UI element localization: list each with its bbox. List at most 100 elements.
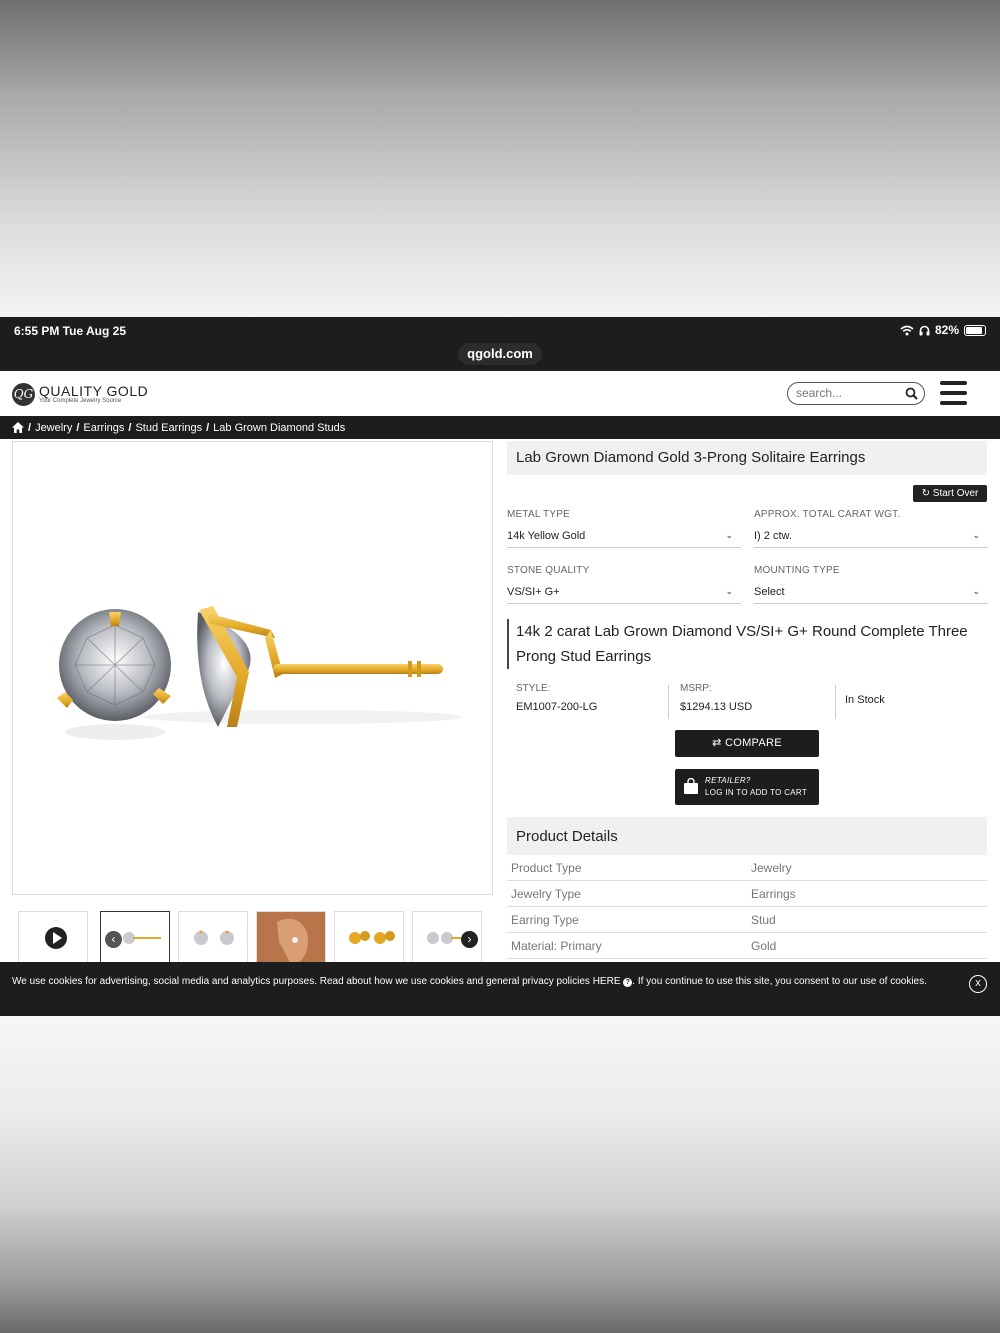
- detail-value: Jewelry: [751, 861, 792, 875]
- start-over-label: Start Over: [932, 488, 979, 499]
- cookie-text-start: We use cookies for advertising, social m…: [12, 976, 593, 987]
- table-row: Earring Type Stud: [507, 907, 987, 933]
- table-row: Jewelry Type Earrings: [507, 881, 987, 907]
- battery-icon: [964, 324, 986, 336]
- mounting-type-field: MOUNTING TYPE Select ⌄: [754, 565, 988, 604]
- thumbnail-next-icon[interactable]: ›: [461, 931, 478, 948]
- wifi-icon: [900, 325, 914, 335]
- cookie-banner: We use cookies for advertising, social m…: [0, 962, 1000, 1016]
- login-to-cart-label: LOG IN TO ADD TO CART: [705, 788, 808, 797]
- hamburger-menu-icon[interactable]: [940, 381, 967, 406]
- logo[interactable]: QG QUALITY GOLD Your Complete Jewelry So…: [12, 383, 148, 406]
- stone-quality-select[interactable]: VS/SI+ G+ ⌄: [507, 586, 741, 604]
- cookie-text-end: . If you continue to use this site, you …: [632, 976, 927, 987]
- cookie-here-label: HERE: [592, 976, 621, 987]
- stock-status: In Stock: [845, 694, 885, 706]
- metal-type-field: METAL TYPE 14k Yellow Gold ⌄: [507, 509, 741, 548]
- breadcrumb-separator: /: [128, 421, 132, 434]
- detail-key: Jewelry Type: [511, 887, 581, 901]
- status-right: 82%: [900, 323, 986, 337]
- breadcrumb-item-current: Lab Grown Diamond Studs: [213, 421, 346, 434]
- question-icon: ?: [623, 978, 633, 987]
- chevron-down-icon: ⌄: [972, 586, 980, 596]
- table-row: Product Type Jewelry: [507, 855, 987, 881]
- retailer-label: RETAILER?: [705, 776, 751, 785]
- logo-text: QUALITY GOLD Your Complete Jewelry Sourc…: [39, 384, 148, 405]
- cookie-here-link[interactable]: HERE ?: [593, 976, 633, 987]
- divider: [835, 685, 836, 719]
- style-label: STYLE:: [516, 683, 551, 694]
- stone-quality-value: VS/SI+ G+: [507, 586, 560, 598]
- msrp-label: MSRP:: [680, 683, 712, 694]
- stone-quality-field: STONE QUALITY VS/SI+ G+ ⌄: [507, 565, 741, 604]
- refresh-icon: ↻: [921, 488, 931, 499]
- product-details-table: Product Type Jewelry Jewelry Type Earrin…: [507, 855, 987, 959]
- site-header: QG QUALITY GOLD Your Complete Jewelry So…: [0, 371, 1000, 416]
- compare-icon: ⇄: [712, 737, 722, 749]
- start-over-button[interactable]: ↻ Start Over: [913, 485, 987, 502]
- breadcrumb-item-jewelry[interactable]: Jewelry: [35, 422, 72, 434]
- logo-mark: QG: [12, 383, 35, 406]
- style-cell: STYLE: EM1007-200-LG: [516, 683, 597, 719]
- home-icon[interactable]: [12, 422, 24, 433]
- carat-field: APPROX. TOTAL CARAT WGT. I) 2 ctw. ⌄: [754, 509, 988, 548]
- search-input[interactable]: [796, 386, 901, 400]
- detail-value: Earrings: [751, 887, 796, 901]
- status-time: 6:55 PM Tue Aug 25: [14, 324, 127, 338]
- detail-key: Material: Primary: [511, 939, 602, 953]
- background-bottom: [0, 1016, 1000, 1333]
- product-details-heading: Product Details: [507, 817, 987, 855]
- detail-key: Earring Type: [511, 913, 579, 927]
- variant-title: 14k 2 carat Lab Grown Diamond VS/SI+ G+ …: [507, 619, 977, 669]
- style-value: EM1007-200-LG: [516, 701, 598, 713]
- search-box: [787, 382, 925, 405]
- table-row: Material: Primary Gold: [507, 933, 987, 959]
- product-main-image[interactable]: [12, 441, 493, 895]
- detail-value: Stud: [751, 913, 776, 927]
- search-icon[interactable]: [905, 387, 918, 400]
- thumbnail-prev-icon[interactable]: ‹: [105, 931, 122, 948]
- stock-cell: In Stock: [845, 694, 885, 730]
- breadcrumb-item-earrings[interactable]: Earrings: [83, 422, 124, 434]
- chevron-down-icon: ⌄: [725, 530, 733, 540]
- breadcrumb-separator: /: [76, 421, 80, 434]
- chevron-down-icon: ⌄: [725, 586, 733, 596]
- mounting-type-select[interactable]: Select ⌄: [754, 586, 988, 604]
- chevron-down-icon: ⌄: [972, 530, 980, 540]
- compare-button[interactable]: ⇄ COMPARE: [675, 730, 819, 757]
- battery-level: [966, 326, 983, 334]
- detail-value: Gold: [751, 939, 777, 953]
- breadcrumb-separator: /: [28, 421, 32, 434]
- compare-label: COMPARE: [724, 737, 782, 749]
- status-bar: 6:55 PM Tue Aug 25 82% qgold.com: [0, 317, 1000, 371]
- tablet-screen: 6:55 PM Tue Aug 25 82% qgold.com QG QUAL…: [0, 317, 1000, 1016]
- detail-key: Product Type: [511, 861, 582, 875]
- divider: [668, 685, 669, 719]
- msrp-value: $1294.13 USD: [680, 701, 753, 713]
- headphones-icon: [919, 325, 930, 335]
- carat-select[interactable]: I) 2 ctw. ⌄: [754, 530, 988, 548]
- url-bar[interactable]: qgold.com: [458, 343, 542, 365]
- close-icon[interactable]: x: [969, 975, 987, 993]
- mounting-type-label: MOUNTING TYPE: [754, 565, 840, 576]
- msrp-cell: MSRP: $1294.13 USD: [680, 683, 752, 719]
- logo-tagline: Your Complete Jewelry Source: [39, 398, 122, 404]
- mounting-type-value: Select: [754, 586, 785, 598]
- breadcrumb-separator: /: [206, 421, 210, 434]
- battery-percent: 82%: [934, 323, 959, 337]
- stone-quality-label: STONE QUALITY: [507, 565, 590, 576]
- shopping-bag-icon: [684, 778, 698, 794]
- earrings-illustration: [57, 606, 463, 740]
- breadcrumb: / Jewelry / Earrings / Stud Earrings / L…: [0, 416, 1000, 439]
- metal-type-value: 14k Yellow Gold: [507, 530, 586, 542]
- logo-name: QUALITY GOLD: [39, 383, 149, 399]
- retailer-login-button[interactable]: RETAILER? LOG IN TO ADD TO CART: [675, 769, 819, 805]
- carat-value: I) 2 ctw.: [754, 530, 792, 542]
- carat-label: APPROX. TOTAL CARAT WGT.: [754, 509, 901, 520]
- metal-type-select[interactable]: 14k Yellow Gold ⌄: [507, 530, 741, 548]
- breadcrumb-item-stud-earrings[interactable]: Stud Earrings: [135, 422, 202, 434]
- product-info-row: STYLE: EM1007-200-LG MSRP: $1294.13 USD …: [507, 683, 987, 719]
- product-title: Lab Grown Diamond Gold 3-Prong Solitaire…: [507, 441, 987, 475]
- metal-type-label: METAL TYPE: [507, 509, 570, 520]
- background-top: [0, 0, 1000, 317]
